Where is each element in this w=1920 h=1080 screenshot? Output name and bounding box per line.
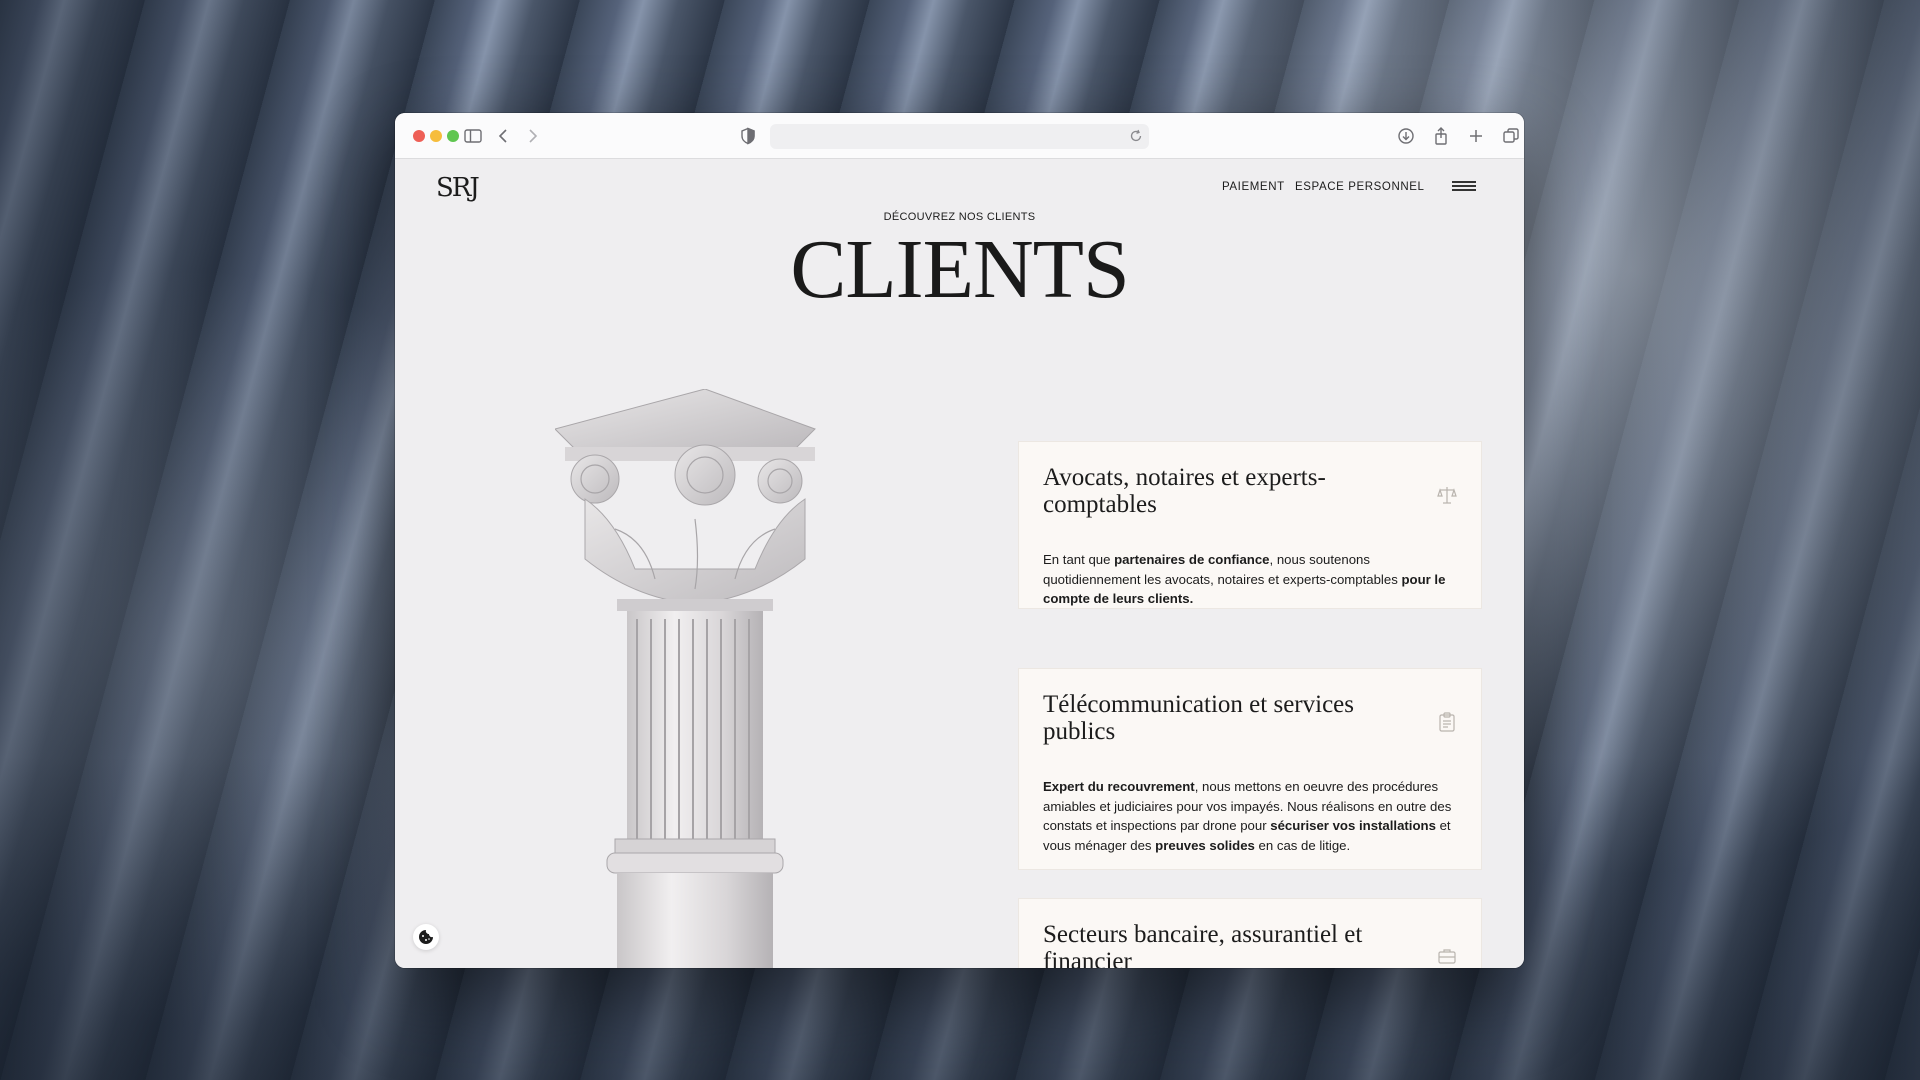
web-page: SRJ PAIEMENT ESPACE PERSONNEL DÉCOUVREZ … [395, 159, 1524, 968]
download-icon[interactable] [1395, 125, 1417, 147]
clipboard-icon [1437, 711, 1457, 733]
cookie-settings-button[interactable] [413, 924, 439, 950]
page-title: CLIENTS [790, 223, 1129, 316]
client-card-legal[interactable]: Avocats, notaires et experts-comptables … [1018, 441, 1482, 609]
tab-overview-icon[interactable] [1500, 125, 1522, 147]
card-title: Secteurs bancaire, assurantiel et financ… [1043, 921, 1363, 968]
card-title: Avocats, notaires et experts-comptables [1043, 464, 1326, 518]
reload-icon[interactable] [1129, 129, 1143, 143]
hamburger-menu-icon[interactable] [1452, 181, 1476, 193]
hero-eyebrow: DÉCOUVREZ NOS CLIENTS [883, 211, 1036, 223]
sidebar-toggle-icon[interactable] [462, 125, 484, 147]
zoom-window-button[interactable] [447, 130, 459, 142]
card-body: Expert du recouvrement, nous mettons en … [1043, 779, 1452, 853]
browser-window: SRJ PAIEMENT ESPACE PERSONNEL DÉCOUVREZ … [395, 113, 1524, 968]
nav-personal-space-link[interactable]: ESPACE PERSONNEL [1295, 181, 1425, 193]
card-body: En tant que partenaires de confiance, no… [1043, 552, 1446, 606]
back-icon[interactable] [493, 125, 515, 147]
address-bar[interactable] [770, 124, 1149, 149]
share-icon[interactable] [1430, 125, 1452, 147]
site-logo[interactable]: SRJ [436, 173, 480, 203]
new-tab-icon[interactable] [1465, 125, 1487, 147]
minimize-window-button[interactable] [430, 130, 442, 142]
browser-toolbar [395, 113, 1524, 159]
card-title: Télécommunication et services publics [1043, 691, 1354, 745]
nav-payment-link[interactable]: PAIEMENT [1222, 181, 1285, 193]
cookie-icon [419, 930, 433, 944]
privacy-shield-icon[interactable] [740, 127, 756, 145]
client-card-telecom[interactable]: Télécommunication et services publics Ex… [1018, 668, 1482, 870]
forward-icon[interactable] [521, 125, 543, 147]
client-card-finance[interactable]: Secteurs bancaire, assurantiel et financ… [1018, 898, 1482, 968]
close-window-button[interactable] [413, 130, 425, 142]
briefcase-icon [1437, 945, 1457, 967]
scales-icon [1437, 484, 1457, 506]
corinthian-column-image [555, 389, 816, 968]
